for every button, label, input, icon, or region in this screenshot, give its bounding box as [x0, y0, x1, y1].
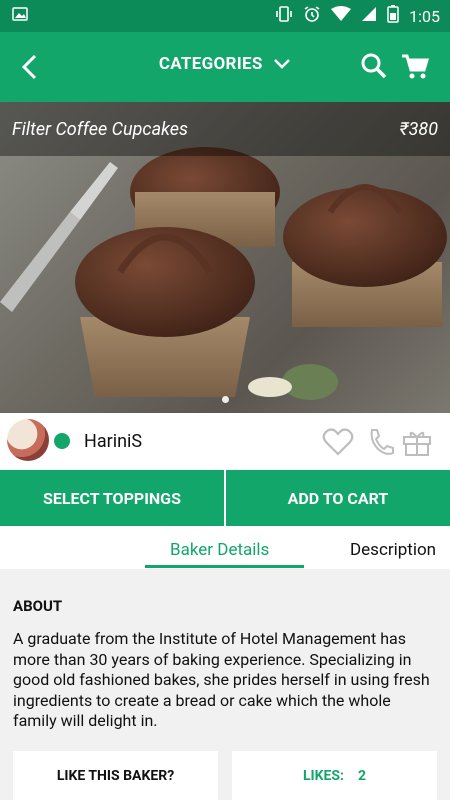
likes-count-card: LIKES: 2 — [232, 751, 437, 800]
search-button[interactable] — [360, 52, 388, 80]
like-baker-card[interactable]: LIKE THIS BAKER? — [13, 751, 218, 800]
chevron-down-icon — [273, 55, 291, 75]
status-bar: 1:05 — [0, 0, 450, 32]
search-icon — [361, 53, 387, 79]
like-baker-label: LIKE THIS BAKER? — [56, 767, 175, 784]
battery-icon — [387, 5, 399, 27]
product-name: Filter Coffee Cupcakes — [12, 118, 189, 140]
baker-name[interactable]: HariniS — [84, 431, 142, 452]
alarm-icon — [303, 5, 321, 27]
baker-row: HariniS — [0, 413, 450, 470]
about-heading: ABOUT — [13, 597, 63, 615]
active-tab-indicator — [145, 565, 304, 568]
cart-icon — [402, 54, 430, 79]
app-bar: CATEGORIES — [0, 32, 450, 102]
phone-icon[interactable] — [366, 427, 398, 457]
gift-icon[interactable] — [401, 427, 433, 457]
likes-label: LIKES: — [302, 767, 344, 784]
about-text: A graduate from the Institute of Hotel M… — [13, 629, 430, 730]
carousel-indicator — [0, 396, 450, 403]
heart-icon[interactable] — [322, 427, 354, 457]
signal-icon — [361, 6, 377, 26]
vibrate-icon — [275, 5, 293, 27]
likes-value: 2 — [357, 767, 367, 784]
categories-label: CATEGORIES — [158, 54, 263, 74]
tab-baker-details[interactable]: Baker Details — [170, 540, 269, 560]
image-notification-icon — [12, 6, 28, 26]
select-toppings-button[interactable]: SELECT TOPPINGS — [0, 470, 224, 526]
detail-tabs: Baker Details Description — [0, 526, 450, 569]
tab-description[interactable]: Description — [350, 540, 436, 560]
product-price: ₹380 — [399, 118, 438, 140]
product-titlebar: Filter Coffee Cupcakes ₹380 — [0, 102, 450, 156]
baker-details-panel: ABOUT A graduate from the Institute of H… — [0, 569, 450, 800]
action-buttons: SELECT TOPPINGS ADD TO CART — [0, 470, 450, 526]
product-image-carousel[interactable]: Filter Coffee Cupcakes ₹380 — [0, 102, 450, 413]
baker-avatar[interactable] — [7, 419, 49, 461]
clock-time: 1:05 — [409, 6, 440, 26]
cart-button[interactable] — [400, 52, 430, 82]
carousel-dot[interactable] — [221, 396, 229, 403]
add-to-cart-button[interactable]: ADD TO CART — [226, 470, 450, 526]
wifi-icon — [331, 6, 352, 26]
online-status-indicator — [54, 433, 70, 449]
